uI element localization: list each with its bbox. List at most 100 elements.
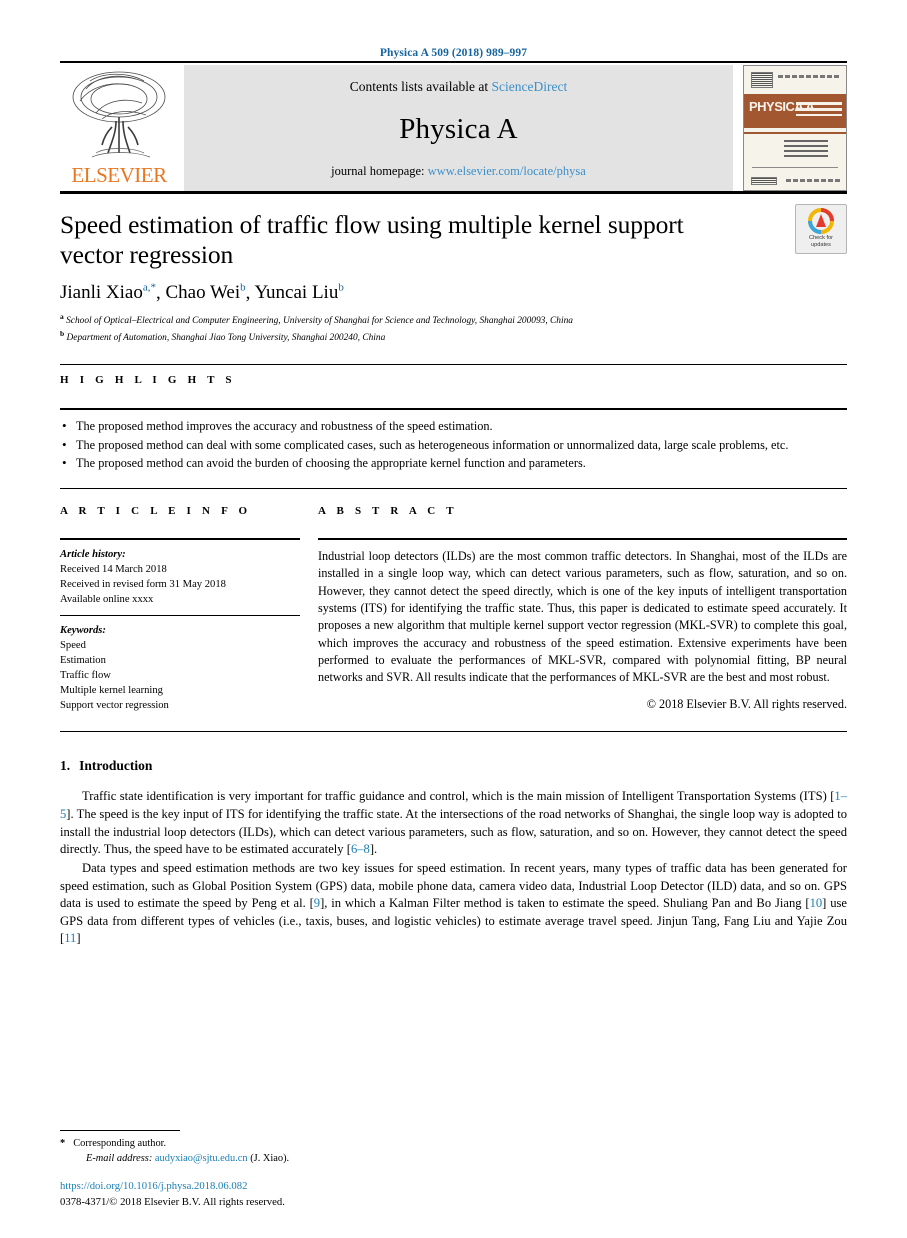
- keywords-inner: Keywords: Speed Estimation Traffic flow …: [60, 623, 300, 713]
- cover-bottom-rule: [752, 167, 838, 168]
- email-note: E-mail address: audyxiao@sjtu.edu.cn (J.…: [60, 1151, 847, 1167]
- keyword-item: Estimation: [60, 655, 106, 667]
- abstract-copyright: © 2018 Elsevier B.V. All rights reserved…: [646, 696, 847, 711]
- introduction-paragraph-1: Traffic state identification is very imp…: [60, 788, 847, 859]
- body-top-rule: [60, 731, 847, 733]
- elsevier-logo: ELSEVIER: [60, 65, 178, 191]
- contents-line: Contents lists available at ScienceDirec…: [350, 79, 567, 95]
- section-name: Introduction: [79, 758, 153, 774]
- highlight-item: The proposed method can deal with some c…: [60, 436, 847, 454]
- abstract-heading: A B S T R A C T: [318, 505, 458, 518]
- email-suffix: (J. Xiao).: [250, 1153, 290, 1165]
- highlights-heading-wrap: H I G H L I G H T S: [60, 365, 847, 408]
- crossmark-line-1: Check for: [809, 235, 833, 241]
- citation-link[interactable]: 10: [810, 896, 823, 910]
- keyword-item: Multiple kernel learning: [60, 685, 163, 697]
- crossmark-line-2: updates: [811, 241, 831, 248]
- intro-p2-text-2: ], in which a Kalman Filter method is ta…: [320, 896, 810, 911]
- footer-identifiers: https://doi.org/10.1016/j.physa.2018.06.…: [60, 1178, 847, 1210]
- affiliation-b: b Department of Automation, Shanghai Jia…: [60, 329, 847, 346]
- title-block: Check for updates Speed estimation of tr…: [60, 194, 847, 346]
- journal-masthead: ELSEVIER Contents lists available at Sci…: [60, 61, 847, 191]
- author-2-name: Chao Wei: [165, 282, 241, 304]
- highlight-item: The proposed method improves the accurac…: [60, 417, 847, 435]
- doi-link[interactable]: https://doi.org/10.1016/j.physa.2018.06.…: [60, 1178, 847, 1194]
- highlights-heading: H I G H L I G H T S: [60, 373, 236, 386]
- cover-bottom-box: [751, 177, 777, 185]
- affiliation-a: a School of Optical–Electrical and Compu…: [60, 312, 847, 329]
- cover-subtitle-lines: [796, 102, 842, 116]
- corresponding-author-note: * Corresponding author.: [60, 1136, 847, 1152]
- crossmark-label: Check for updates: [809, 235, 833, 249]
- highlights-section: H I G H L I G H T S The proposed method …: [60, 363, 847, 472]
- article-history-item: Available online xxxx: [60, 594, 154, 606]
- author-1[interactable]: Jianli Xiaoa,*: [60, 282, 156, 303]
- email-label: E-mail address:: [86, 1153, 153, 1165]
- abstract-column: A B S T R A C T Industrial loop detector…: [318, 505, 847, 713]
- citation-link[interactable]: 6–8: [351, 842, 370, 856]
- email-link[interactable]: audyxiao@sjtu.edu.cn: [155, 1153, 248, 1164]
- keywords-block: Keywords: Speed Estimation Traffic flow …: [60, 615, 300, 713]
- article-history-item: Received in revised form 31 May 2018: [60, 579, 226, 591]
- page-footer: * Corresponding author. E-mail address: a…: [60, 1129, 847, 1210]
- article-info-heading: A R T I C L E I N F O: [60, 505, 252, 518]
- cover-top-box: [751, 72, 773, 88]
- cover-editor-lines: [784, 140, 828, 160]
- cover-bottom-text-line: [786, 179, 840, 182]
- intro-p1-text-1: Traffic state identification is very imp…: [82, 789, 835, 804]
- infoabs-top-rule: [60, 488, 847, 490]
- introduction-paragraph-2: Data types and speed estimation methods …: [60, 860, 847, 948]
- article-history-label: Article history:: [60, 549, 126, 561]
- elsevier-wordmark: ELSEVIER: [71, 163, 167, 187]
- author-1-name: Jianli Xiao: [60, 282, 143, 304]
- crossmark-icon: [808, 208, 834, 234]
- intro-p1-text-2: ]. The speed is the key input of ITS for…: [60, 807, 847, 857]
- masthead-top-rule: [60, 61, 847, 63]
- author-2-marks: b: [240, 282, 246, 295]
- highlights-list: The proposed method improves the accurac…: [60, 410, 847, 472]
- cover-rule: [744, 132, 846, 134]
- author-1-marks: a,*: [142, 282, 156, 295]
- introduction-section: 1. Introduction Traffic state identificat…: [60, 758, 847, 948]
- article-info-heading-wrap: A R T I C L E I N F O: [60, 505, 300, 538]
- section-title-introduction: 1. Introduction: [60, 758, 847, 774]
- affiliation-a-mark: a: [60, 312, 64, 322]
- article-history-item: Received 14 March 2018: [60, 564, 167, 576]
- keywords-label: Keywords:: [60, 625, 106, 637]
- running-head: Physica A 509 (2018) 989–997: [379, 47, 528, 59]
- keyword-item: Traffic flow: [60, 670, 111, 682]
- keyword-item: Support vector regression: [60, 700, 169, 712]
- affiliation-b-text: Department of Automation, Shanghai Jiao …: [66, 333, 386, 344]
- sciencedirect-link[interactable]: ScienceDirect: [492, 79, 568, 94]
- author-3[interactable]: Yuncai Liub: [254, 282, 343, 303]
- elsevier-tree-icon: [60, 65, 178, 163]
- affiliation-a-text: School of Optical–Electrical and Compute…: [66, 316, 573, 327]
- crossmark-badge[interactable]: Check for updates: [795, 204, 847, 254]
- journal-homepage-link[interactable]: www.elsevier.com/locate/physa: [428, 164, 586, 178]
- author-list: Jianli Xiaoa,*, Chao Weib, Yuncai Liub: [60, 282, 344, 304]
- keyword-item: Speed: [60, 640, 86, 652]
- journal-homepage-line: journal homepage: www.elsevier.com/locat…: [331, 164, 586, 179]
- footnote-rule: [60, 1129, 180, 1131]
- abstract-heading-wrap: A B S T R A C T: [318, 505, 847, 538]
- page-title: Speed estimation of traffic flow using m…: [60, 210, 684, 270]
- abstract-text: Industrial loop detectors (ILDs) are the…: [318, 549, 847, 685]
- issn-copyright-line: 0378-4371/© 2018 Elsevier B.V. All right…: [60, 1195, 285, 1208]
- intro-p1-text-3: ].: [369, 842, 378, 857]
- journal-cover-thumbnail: PHYSICA A: [743, 65, 847, 191]
- affiliation-b-mark: b: [60, 329, 65, 339]
- article-history-block: Article history: Received 14 March 2018 …: [60, 540, 300, 607]
- citation-link[interactable]: 11: [64, 931, 76, 945]
- section-number: 1.: [60, 758, 71, 774]
- journal-title: Physica A: [399, 113, 518, 145]
- cover-top-text-line: [778, 75, 840, 78]
- info-abstract-section: A R T I C L E I N F O Article history: R…: [60, 505, 847, 713]
- author-3-marks: b: [338, 282, 344, 295]
- author-2[interactable]: Chao Weib: [166, 282, 246, 303]
- author-3-name: Yuncai Liu: [254, 282, 339, 304]
- paper-page: Physica A 509 (2018) 989–997 ELSEVIER Co…: [0, 0, 907, 1238]
- corresponding-label: Corresponding author.: [73, 1137, 167, 1149]
- journal-banner: Contents lists available at ScienceDirec…: [184, 65, 733, 191]
- intro-p2-text-4: ]: [76, 931, 81, 946]
- contents-prefix: Contents lists available at: [349, 79, 492, 94]
